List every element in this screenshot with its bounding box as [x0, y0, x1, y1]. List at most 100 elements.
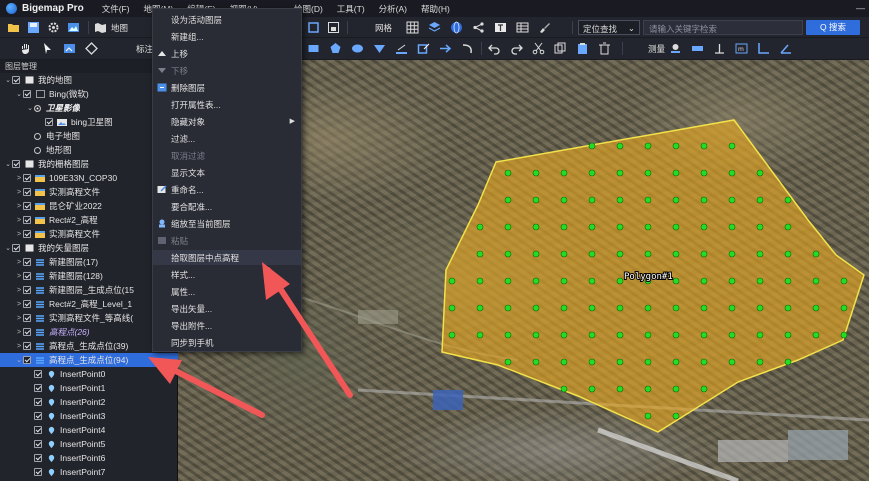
elevation-point[interactable] — [644, 304, 652, 312]
elevation-point[interactable] — [476, 223, 484, 231]
elevation-point[interactable] — [756, 277, 764, 285]
share-icon[interactable] — [471, 20, 486, 34]
brush-icon[interactable] — [537, 20, 552, 34]
rectangle-tool-icon[interactable] — [306, 41, 321, 55]
elevation-point[interactable] — [756, 304, 764, 312]
elevation-point[interactable] — [504, 277, 512, 285]
elevation-point[interactable] — [532, 358, 540, 366]
layer-checkbox[interactable] — [23, 258, 31, 266]
measure-height-icon[interactable] — [712, 41, 727, 55]
context-menu-item[interactable]: 隐藏对象 ▶ — [153, 114, 301, 129]
measure-label[interactable]: 测量 — [648, 43, 665, 55]
elevation-point[interactable] — [784, 331, 792, 339]
elevation-point[interactable] — [784, 304, 792, 312]
elevation-point[interactable] — [728, 250, 736, 258]
layer-checkbox[interactable] — [23, 328, 31, 336]
elevation-point[interactable] — [672, 142, 680, 150]
context-menu-item[interactable]: 重命名... — [153, 182, 301, 197]
measure-distance-icon[interactable] — [668, 41, 683, 55]
elevation-point[interactable] — [560, 169, 568, 177]
extent-icon[interactable] — [306, 20, 321, 34]
elevation-point[interactable] — [588, 358, 596, 366]
elevation-point[interactable] — [728, 223, 736, 231]
elevation-point[interactable] — [672, 412, 680, 420]
table-icon[interactable] — [515, 20, 530, 34]
elevation-point[interactable] — [756, 169, 764, 177]
layer-checkbox[interactable] — [23, 216, 31, 224]
layer-checkbox[interactable] — [45, 118, 53, 126]
elevation-point[interactable] — [532, 277, 540, 285]
expander-icon[interactable]: ⌄ — [15, 356, 23, 364]
open-folder-icon[interactable] — [6, 20, 21, 34]
elevation-point[interactable] — [728, 196, 736, 204]
elevation-point[interactable] — [672, 169, 680, 177]
undo-icon[interactable] — [487, 41, 502, 55]
elevation-point[interactable] — [672, 304, 680, 312]
context-menu-item[interactable]: 要合配准... — [153, 199, 301, 214]
elevation-point[interactable] — [504, 358, 512, 366]
expander-icon[interactable]: ⌄ — [4, 76, 12, 84]
mark-label[interactable]: 标注 — [136, 43, 153, 55]
polygon-tool-icon[interactable] — [328, 41, 343, 55]
elevation-point[interactable] — [756, 358, 764, 366]
expander-icon[interactable]: > — [15, 343, 23, 350]
layer-checkbox[interactable] — [12, 160, 20, 168]
point-item[interactable]: InsertPoint3 — [0, 409, 178, 423]
context-menu-item[interactable]: 上移 — [153, 46, 301, 61]
expander-icon[interactable]: > — [15, 329, 23, 336]
elevation-point[interactable] — [504, 250, 512, 258]
elevation-point[interactable] — [672, 331, 680, 339]
elevation-point[interactable] — [616, 385, 624, 393]
layer-checkbox[interactable] — [12, 76, 20, 84]
grid-icon[interactable] — [405, 20, 420, 34]
elevation-point[interactable] — [672, 277, 680, 285]
elevation-point[interactable] — [588, 169, 596, 177]
layer-checkbox[interactable] — [34, 384, 42, 392]
layer-checkbox[interactable] — [34, 398, 42, 406]
elevation-point[interactable] — [812, 304, 820, 312]
elevation-point[interactable] — [616, 169, 624, 177]
scissors-icon[interactable] — [531, 41, 546, 55]
locate-select[interactable]: 定位查找 ⌄ — [578, 20, 640, 35]
measure-slope-icon[interactable]: m — [734, 41, 749, 55]
grid-label[interactable]: 网格 — [375, 22, 392, 34]
elevation-point[interactable] — [700, 304, 708, 312]
elevation-point[interactable] — [756, 250, 764, 258]
elevation-point[interactable] — [756, 196, 764, 204]
context-menu-item[interactable]: 粘贴 — [153, 233, 301, 248]
elevation-point[interactable] — [644, 223, 652, 231]
layer-checkbox[interactable] — [23, 314, 31, 322]
elevation-point[interactable] — [700, 358, 708, 366]
expander-icon[interactable]: > — [15, 315, 23, 322]
elevation-point[interactable] — [784, 223, 792, 231]
context-menu-item[interactable]: 样式... — [153, 267, 301, 282]
elevation-point[interactable] — [672, 196, 680, 204]
map-label[interactable]: 地图 — [111, 22, 128, 34]
context-menu-item[interactable]: 拾取图层中点高程 — [153, 250, 301, 265]
select-arrow-icon[interactable] — [40, 41, 55, 55]
delete-shape-icon[interactable] — [597, 41, 612, 55]
context-menu-item[interactable]: 导出矢量... — [153, 301, 301, 316]
elevation-point[interactable] — [616, 277, 624, 285]
elevation-point[interactable] — [448, 277, 456, 285]
elevation-point[interactable] — [700, 223, 708, 231]
elevation-point[interactable] — [476, 250, 484, 258]
menu-help[interactable]: 帮助(H) — [421, 3, 450, 15]
menu-tools[interactable]: 工具(T) — [337, 3, 365, 15]
elevation-point[interactable] — [784, 358, 792, 366]
globe-icon[interactable] — [449, 20, 464, 34]
elevation-point[interactable] — [616, 331, 624, 339]
search-input[interactable]: 请输入关键字检索 — [643, 20, 803, 35]
context-menu-item[interactable]: 打开属性表... — [153, 97, 301, 112]
expander-icon[interactable]: > — [15, 301, 23, 308]
layer-checkbox[interactable] — [23, 286, 31, 294]
menu-analysis[interactable]: 分析(A) — [379, 3, 407, 15]
elevation-point[interactable] — [644, 250, 652, 258]
context-menu-item[interactable]: 缩放至当前图层 — [153, 216, 301, 231]
layer-checkbox[interactable] — [23, 272, 31, 280]
elevation-point[interactable] — [728, 169, 736, 177]
elevation-point[interactable] — [644, 358, 652, 366]
layer-checkbox[interactable] — [23, 174, 31, 182]
elevation-point[interactable] — [700, 169, 708, 177]
layer-item[interactable]: ⌄ 高程点_生成点位(94) — [0, 353, 178, 367]
